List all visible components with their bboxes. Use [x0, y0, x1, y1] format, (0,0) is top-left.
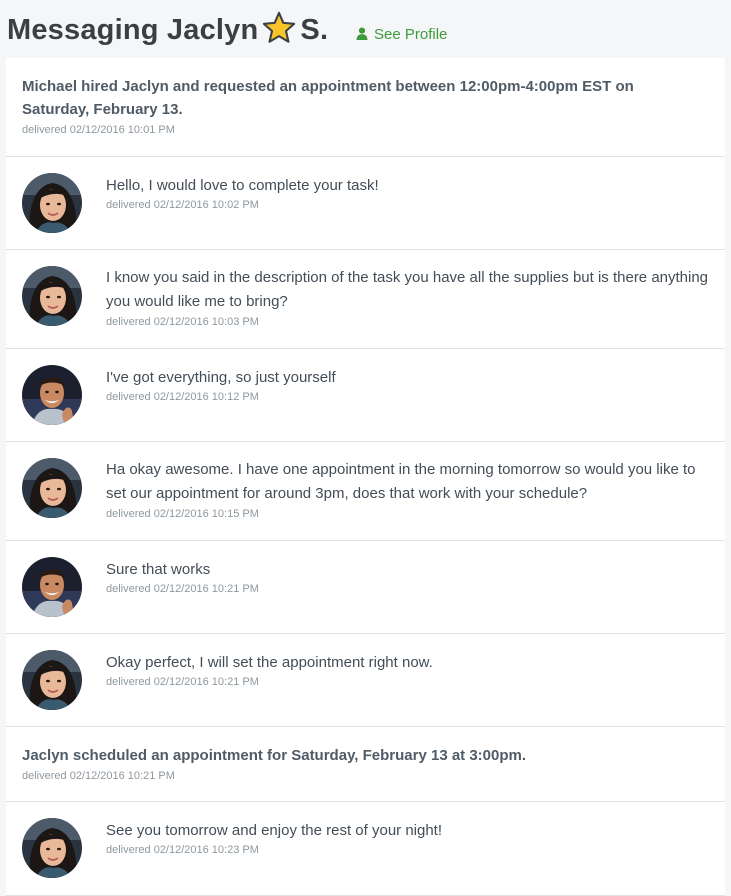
message-item: See you tomorrow and enjoy the rest of y… [6, 802, 725, 896]
message-item: Hello, I would love to complete your tas… [6, 157, 725, 250]
message-timestamp: delivered 02/12/2016 10:02 PM [106, 199, 259, 211]
title-surname: S. [300, 14, 329, 46]
message-item: I've got everything, so just yourself de… [6, 349, 725, 442]
message-timestamp: delivered 02/12/2016 10:23 PM [106, 844, 259, 856]
message-item: Okay perfect, I will set the appointment… [6, 634, 725, 727]
message-item: I know you said in the description of th… [6, 250, 725, 349]
message-timestamp: delivered 02/12/2016 10:01 PM [22, 124, 175, 136]
page-title: Messaging Jaclyn S. [7, 11, 328, 49]
message-text: Hello, I would love to complete your tas… [106, 177, 379, 194]
message-timestamp: delivered 02/12/2016 10:21 PM [106, 676, 259, 688]
message-timestamp: delivered 02/12/2016 10:21 PM [22, 770, 175, 782]
message-item: Ha okay awesome. I have one appointment … [6, 442, 725, 541]
message-timestamp: delivered 02/12/2016 10:15 PM [106, 508, 259, 520]
person-icon [356, 27, 368, 40]
avatar-jaclyn [22, 818, 82, 878]
message-text: Ha okay awesome. I have one appointment … [106, 461, 696, 502]
see-profile-label: See Profile [374, 26, 448, 43]
avatar-michael [22, 557, 82, 617]
message-text: Okay perfect, I will set the appointment… [106, 654, 433, 671]
page-header: Messaging Jaclyn S. See Profile [0, 0, 731, 58]
system-event-text: Michael hired Jaclyn and requested an ap… [22, 78, 634, 118]
see-profile-link[interactable]: See Profile [356, 26, 447, 44]
message-text: See you tomorrow and enjoy the rest of y… [106, 822, 443, 839]
system-event-text: Jaclyn scheduled an appointment for Satu… [22, 747, 527, 764]
message-text: I know you said in the description of th… [106, 269, 709, 310]
system-event-hired: Michael hired Jaclyn and requested an ap… [6, 58, 725, 157]
system-event-scheduled: Jaclyn scheduled an appointment for Satu… [6, 727, 725, 802]
avatar-michael [22, 365, 82, 425]
star-icon [263, 11, 296, 43]
message-text: Sure that works [106, 561, 211, 578]
message-timestamp: delivered 02/12/2016 10:12 PM [106, 391, 259, 403]
message-item: Sure that works delivered 02/12/2016 10:… [6, 541, 725, 634]
avatar-jaclyn [22, 266, 82, 326]
avatar-jaclyn [22, 458, 82, 518]
message-thread: Michael hired Jaclyn and requested an ap… [6, 58, 725, 896]
message-text: I've got everything, so just yourself [106, 369, 336, 386]
message-timestamp: delivered 02/12/2016 10:21 PM [106, 583, 259, 595]
avatar-jaclyn [22, 650, 82, 710]
message-timestamp: delivered 02/12/2016 10:03 PM [106, 316, 259, 328]
avatar-jaclyn [22, 173, 82, 233]
title-name: Messaging Jaclyn [7, 14, 259, 46]
